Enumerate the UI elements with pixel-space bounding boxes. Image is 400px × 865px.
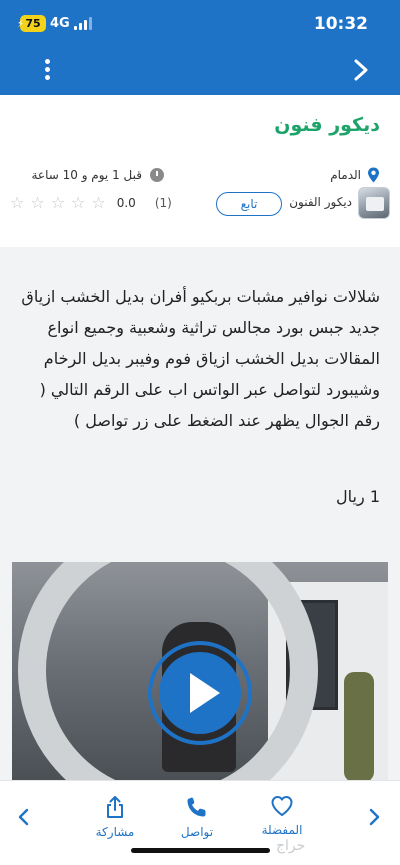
status-bar: ⚡ 75 4G 10:32 xyxy=(0,0,400,48)
previous-ad-button[interactable] xyxy=(364,805,384,829)
username[interactable]: ديكور الفنون xyxy=(289,195,352,209)
home-indicator xyxy=(131,848,270,853)
contact-label: تواصل xyxy=(180,825,214,839)
posted-time: قبل 1 يوم و 10 ساعة xyxy=(31,166,164,184)
rating-value: 0.0 xyxy=(116,196,136,210)
video-thumbnail[interactable] xyxy=(12,562,388,780)
back-button[interactable] xyxy=(350,58,372,82)
avatar[interactable] xyxy=(358,187,390,219)
contact-button[interactable]: تواصل xyxy=(162,795,232,839)
share-button[interactable]: مشاركة xyxy=(80,795,150,839)
play-icon xyxy=(159,652,241,734)
chevron-right-icon xyxy=(354,59,368,81)
share-icon xyxy=(107,796,123,818)
location-label: الدمام xyxy=(330,168,361,182)
rating-count: (1) xyxy=(154,196,172,210)
battery-level: 75 xyxy=(25,17,41,30)
follow-button[interactable]: تابع xyxy=(216,192,282,216)
star-icon: ☆ xyxy=(50,193,66,212)
share-label: مشاركة xyxy=(95,825,135,839)
ad-body: شلالات نوافير مشبات بربكيو أفران بديل ال… xyxy=(0,247,400,780)
clock-icon xyxy=(150,168,164,182)
ad-header: ديكور فنون الدمام قبل 1 يوم و 10 ساعة دي… xyxy=(0,95,400,247)
video-frame-plant xyxy=(344,672,374,780)
posted-time-label: قبل 1 يوم و 10 ساعة xyxy=(31,168,142,182)
favorite-button[interactable]: المفضلة xyxy=(247,795,317,837)
ad-title: ديكور فنون xyxy=(274,114,380,136)
app-bar: ⚡ 75 4G 10:32 xyxy=(0,0,400,95)
location-pin-icon xyxy=(368,167,379,183)
more-options-button[interactable] xyxy=(36,57,60,83)
star-icon: ☆ xyxy=(10,193,25,212)
play-button[interactable] xyxy=(148,641,252,745)
star-icon: ☆ xyxy=(30,193,45,212)
network-type: 4G xyxy=(50,16,70,31)
battery-indicator: ⚡ 75 xyxy=(17,15,46,32)
ad-description: شلالات نوافير مشبات بربكيو أفران بديل ال… xyxy=(21,287,380,430)
chevron-right-icon xyxy=(369,808,380,826)
signal-icon xyxy=(74,17,92,30)
next-ad-button[interactable] xyxy=(14,805,34,829)
watermark-logo: حراج xyxy=(276,838,306,854)
chevron-left-icon xyxy=(18,808,29,826)
location[interactable]: الدمام xyxy=(330,166,380,184)
star-icon: ☆ xyxy=(71,193,86,212)
rating: ☆ ☆ ☆ ☆ ☆ 0.0 (1) xyxy=(10,193,172,213)
charging-icon: ⚡ xyxy=(17,19,25,30)
ad-price: 1 ريال xyxy=(336,487,380,506)
phone-icon xyxy=(187,797,206,817)
heart-icon xyxy=(271,796,293,816)
star-icon: ☆ xyxy=(91,193,106,212)
rating-stars: ☆ ☆ ☆ ☆ ☆ xyxy=(10,195,106,211)
favorite-label: المفضلة xyxy=(261,823,303,837)
ad-page: ⚡ 75 4G 10:32 ديكور فنون الدمام قبل 1 يو… xyxy=(0,0,400,865)
status-time: 10:32 xyxy=(313,14,368,34)
